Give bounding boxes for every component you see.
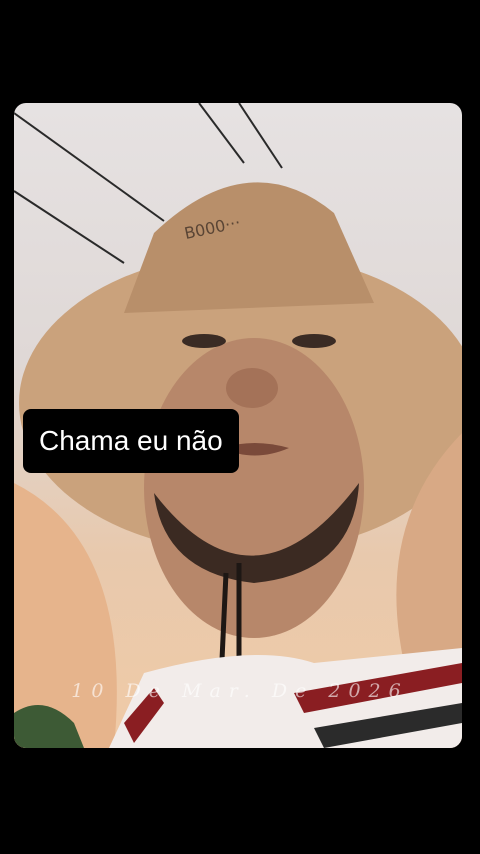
date-stamp: 10 De Mar. De 2026 [71,680,409,702]
hat-crown [124,182,374,313]
story-caption: Chama eu não [23,409,239,473]
